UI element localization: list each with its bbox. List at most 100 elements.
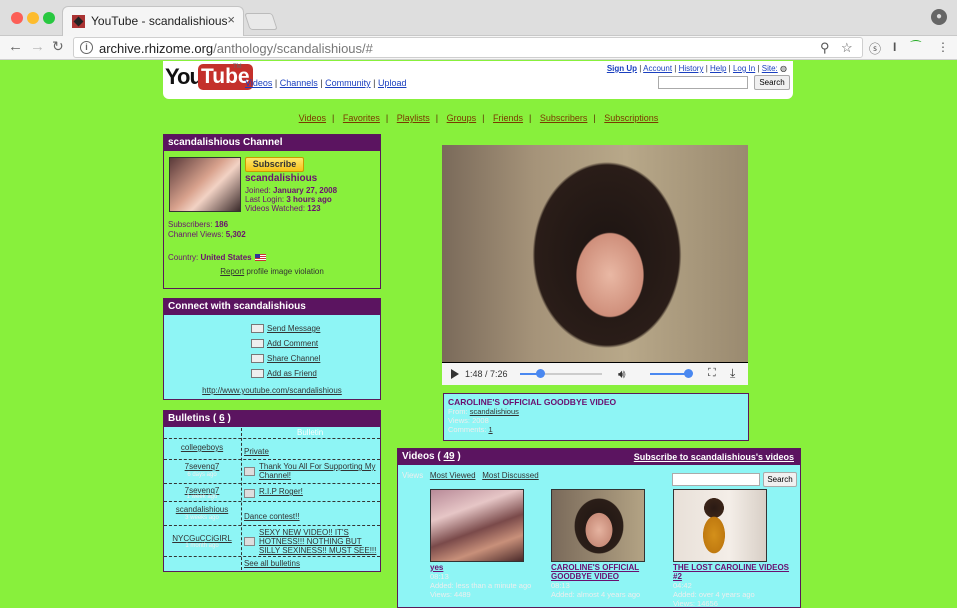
download-icon[interactable]: ⤓ [730, 366, 735, 381]
browser-tab[interactable]: YouTube - scandalishious's Ch × [62, 6, 244, 36]
fullscreen-icon[interactable]: ⛶ [708, 367, 716, 380]
history-link[interactable]: History [679, 64, 704, 73]
videos-box: Videos ( 49 ) Subscribe to scandalishiou… [397, 448, 801, 608]
video-author-link[interactable]: scandalishious [470, 407, 519, 416]
bulletin-column-header: Bulletin [164, 428, 380, 439]
channel-country: Country: United States [168, 253, 266, 262]
main-nav: Videos | Channels | Community | Upload [245, 78, 407, 88]
bulletin-text-link[interactable]: Dance contest!! [244, 512, 362, 521]
video-card[interactable]: THE LOST CAROLINE VIDEOS #2 04:42 Added:… [673, 489, 793, 608]
channel-name: scandalishious [245, 173, 318, 184]
nav-channels[interactable]: Channels [280, 78, 318, 88]
nav-videos[interactable]: Videos [245, 78, 272, 88]
channel-avatar[interactable] [169, 157, 241, 212]
favicon-icon [72, 15, 85, 28]
sign-up-link[interactable]: Sign Up [607, 64, 637, 73]
add-friend-action[interactable]: Add as Friend [251, 366, 320, 381]
tab-friends[interactable]: Friends [493, 113, 523, 123]
add-comment-action[interactable]: Add Comment [251, 336, 320, 351]
new-tab-button[interactable] [244, 13, 278, 30]
bulletin-text-link[interactable]: R.I.P Roger! [259, 487, 377, 496]
url-text: archive.rhizome.org/anthology/scandalish… [99, 41, 373, 56]
bulletin-text-link[interactable]: Thank You All For Supporting My Channel! [259, 462, 377, 480]
nav-community[interactable]: Community [325, 78, 371, 88]
bulletin-text-link[interactable]: Private [244, 447, 362, 456]
share-channel-action[interactable]: Share Channel [251, 351, 320, 366]
sort-most-discussed[interactable]: Most Discussed [482, 471, 538, 480]
tab-playlists[interactable]: Playlists [397, 113, 430, 123]
log-in-link[interactable]: Log In [733, 64, 755, 73]
report-profile: Report profile image violation [220, 267, 324, 276]
minimize-window-button[interactable] [27, 12, 39, 24]
extension-graph-icon[interactable]: ⁀ [911, 40, 921, 54]
header-search-button[interactable]: Search [754, 75, 790, 90]
bulletin-user-link[interactable]: scandalishious [166, 505, 238, 514]
seek-handle[interactable] [535, 369, 545, 378]
tab-subscribers[interactable]: Subscribers [540, 113, 588, 123]
channel-url-link[interactable]: http://www.youtube.com/scandalishious [164, 386, 380, 395]
connect-actions: Send Message Add Comment Share Channel A… [251, 321, 320, 381]
tab-favorites[interactable]: Favorites [343, 113, 380, 123]
tab-subscriptions[interactable]: Subscriptions [604, 113, 658, 123]
extension-skype-icon[interactable]: ⓢ [869, 40, 881, 57]
bulletin-text-link[interactable]: SEXY NEW VIDEO!! IT'S HOTNESS!!! NOTHING… [259, 528, 377, 555]
tab-videos[interactable]: Videos [299, 113, 326, 123]
close-tab-icon[interactable]: × [227, 12, 235, 27]
video-frame[interactable] [442, 145, 748, 362]
extension-cursor-icon[interactable]: I [893, 40, 896, 54]
videos-count-link[interactable]: 49 [444, 451, 455, 462]
channel-tabs: Videos | Favorites | Playlists | Groups | Fr… [298, 113, 659, 123]
maximize-window-button[interactable] [43, 12, 55, 24]
address-bar[interactable]: i archive.rhizome.org/anthology/scandali… [73, 37, 863, 58]
reload-icon[interactable]: ↻ [52, 38, 64, 55]
tab-groups[interactable]: Groups [447, 113, 477, 123]
profile-icon[interactable]: ● [931, 9, 947, 25]
forward-icon[interactable]: → [30, 38, 45, 55]
site-info-icon[interactable]: i [80, 41, 93, 54]
video-sort-tabs: Views Most Viewed Most Discussed [402, 471, 539, 480]
volume-icon[interactable]: 🔊︎ [618, 367, 626, 382]
report-link[interactable]: Report [220, 267, 244, 276]
sort-most-viewed[interactable]: Most Viewed [430, 471, 476, 480]
bulletin-user-link[interactable]: 7sevenq7 [166, 462, 238, 471]
volume-handle[interactable] [684, 369, 693, 378]
bookmark-star-icon[interactable]: ☆ [841, 40, 853, 56]
video-thumbnail[interactable] [673, 489, 767, 562]
us-flag-icon [254, 254, 266, 262]
play-icon[interactable] [451, 369, 459, 379]
subscribe-button[interactable]: Subscribe [245, 157, 304, 172]
video-card[interactable]: CAROLINE'S OFFICIAL GOODBYE VIDEO 08:13 … [551, 489, 671, 599]
video-title-link[interactable]: yes [430, 563, 550, 572]
tab-title: YouTube - scandalishious's Ch [91, 14, 227, 28]
close-window-button[interactable] [11, 12, 23, 24]
globe-icon[interactable]: ◍ [780, 64, 787, 73]
menu-icon[interactable]: ⋮ [937, 40, 949, 54]
comment-icon [244, 467, 255, 476]
comment-icon [244, 537, 255, 546]
header-search-input[interactable] [658, 76, 748, 89]
bulletins-box: Bulletins ( 6 ) Bulletin collegeboys Pri… [163, 410, 381, 572]
video-card[interactable]: yes 08:13 Added: less than a minute ago … [430, 489, 550, 599]
video-title-link[interactable]: THE LOST CAROLINE VIDEOS #2 [673, 563, 793, 581]
video-thumbnail[interactable] [430, 489, 524, 562]
sort-views[interactable]: Views [402, 471, 423, 480]
bulletin-user-link[interactable]: collegeboys [166, 443, 238, 452]
see-all-bulletins-link[interactable]: See all bulletins [164, 559, 380, 568]
account-link[interactable]: Account [643, 64, 672, 73]
video-title-link[interactable]: CAROLINE'S OFFICIAL GOODBYE VIDEO [551, 563, 671, 581]
seek-bar[interactable] [520, 369, 602, 378]
send-message-action[interactable]: Send Message [251, 321, 320, 336]
zoom-icon[interactable]: ⚲ [820, 40, 830, 56]
videos-search-input[interactable] [672, 473, 760, 486]
help-link[interactable]: Help [710, 64, 726, 73]
video-thumbnail[interactable] [551, 489, 645, 562]
bulletin-user-link[interactable]: NYCGuCCiGIRL [166, 534, 238, 543]
site-link[interactable]: Site: [762, 64, 778, 73]
subscribe-videos-link[interactable]: Subscribe to scandalishious's videos [634, 449, 794, 465]
video-comments-link[interactable]: 1 [488, 425, 492, 434]
video-player[interactable]: 1:48 / 7:26 🔊︎ ⛶ ⤓ [442, 145, 748, 385]
back-icon[interactable]: ← [8, 38, 23, 55]
bulletin-row: collegeboys Private [164, 440, 380, 460]
videos-search-button[interactable]: Search [763, 472, 797, 487]
nav-upload[interactable]: Upload [378, 78, 407, 88]
